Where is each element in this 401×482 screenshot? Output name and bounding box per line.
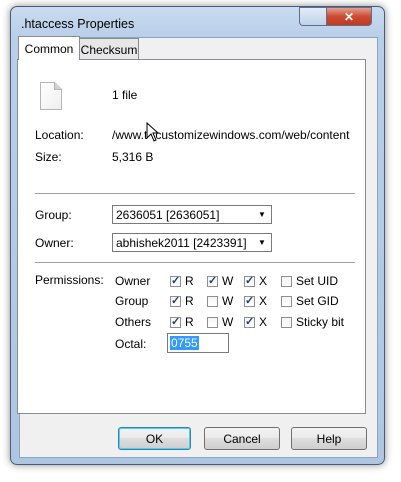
tab-common[interactable]: Common <box>18 36 80 60</box>
location-label: Location: <box>35 128 84 142</box>
file-count: 1 file <box>112 88 138 102</box>
others-r-checkbox[interactable]: ✓ <box>170 317 181 328</box>
close-icon: ✕ <box>343 9 355 24</box>
tab-checksum[interactable]: Checksum <box>79 38 139 60</box>
octal-label: Octal: <box>115 337 147 351</box>
ok-button[interactable]: OK <box>118 427 191 450</box>
group-dropdown-value: 2636051 [2636051] <box>116 208 220 222</box>
perm-row-group-label: Group <box>115 294 149 308</box>
others-w-checkbox[interactable] <box>207 317 218 328</box>
size-label: Size: <box>35 150 62 164</box>
set-uid-checkbox[interactable] <box>281 276 292 287</box>
group-label: Group: <box>35 208 72 222</box>
chevron-down-icon: ▼ <box>258 238 266 247</box>
tab-common-label: Common <box>24 41 74 56</box>
document-icon <box>40 82 62 110</box>
set-uid-label: Set UID <box>296 274 339 288</box>
octal-value: 0755 <box>170 336 199 350</box>
owner-w-checkbox[interactable]: ✓ <box>207 276 218 287</box>
sticky-bit-checkbox[interactable] <box>281 317 292 328</box>
others-x-label: X <box>259 315 268 329</box>
help-button-label: Help <box>316 431 342 446</box>
perm-row-others-label: Others <box>115 315 152 329</box>
group-w-label: W <box>222 294 234 308</box>
owner-x-checkbox[interactable]: ✓ <box>244 276 255 287</box>
owner-dropdown[interactable]: abhishek2011 [2423391] ▼ <box>112 233 272 252</box>
cancel-button[interactable]: Cancel <box>204 427 280 450</box>
separator <box>35 193 355 195</box>
location-value-start: /www.t <box>112 128 148 142</box>
separator <box>35 262 355 264</box>
location-value-rest: customizewindows.com/web/content <box>155 128 350 142</box>
chevron-down-icon: ▼ <box>258 210 266 219</box>
owner-r-checkbox[interactable]: ✓ <box>170 276 181 287</box>
owner-x-label: X <box>259 274 268 288</box>
group-x-label: X <box>259 294 268 308</box>
mouse-pointer-icon <box>146 122 160 142</box>
tab-checksum-label: Checksum <box>80 42 138 57</box>
cancel-button-label: Cancel <box>223 431 261 446</box>
size-value: 5,316 B <box>112 150 154 164</box>
sticky-bit-label: Sticky bit <box>296 315 345 329</box>
owner-w-label: W <box>222 274 234 288</box>
group-r-checkbox[interactable]: ✓ <box>170 296 181 307</box>
group-w-checkbox[interactable] <box>207 296 218 307</box>
ok-button-label: OK <box>145 431 164 446</box>
owner-label: Owner: <box>35 236 74 250</box>
set-gid-checkbox[interactable] <box>281 296 292 307</box>
octal-input[interactable]: 0755 <box>167 333 229 353</box>
window-title: .htaccess Properties <box>21 17 135 31</box>
others-w-label: W <box>222 315 234 329</box>
permissions-label: Permissions: <box>35 273 104 287</box>
group-x-checkbox[interactable]: ✓ <box>244 296 255 307</box>
owner-r-label: R <box>185 274 194 288</box>
others-r-label: R <box>185 315 194 329</box>
help-button[interactable]: Help <box>291 427 367 450</box>
group-dropdown[interactable]: 2636051 [2636051] ▼ <box>112 205 272 224</box>
perm-row-owner-label: Owner <box>115 274 151 288</box>
close-button[interactable]: ✕ <box>326 7 372 26</box>
group-r-label: R <box>185 294 194 308</box>
others-x-checkbox[interactable]: ✓ <box>244 317 255 328</box>
set-gid-label: Set GID <box>296 294 339 308</box>
owner-dropdown-value: abhishek2011 [2423391] <box>116 236 247 250</box>
restore-button[interactable] <box>299 7 326 26</box>
